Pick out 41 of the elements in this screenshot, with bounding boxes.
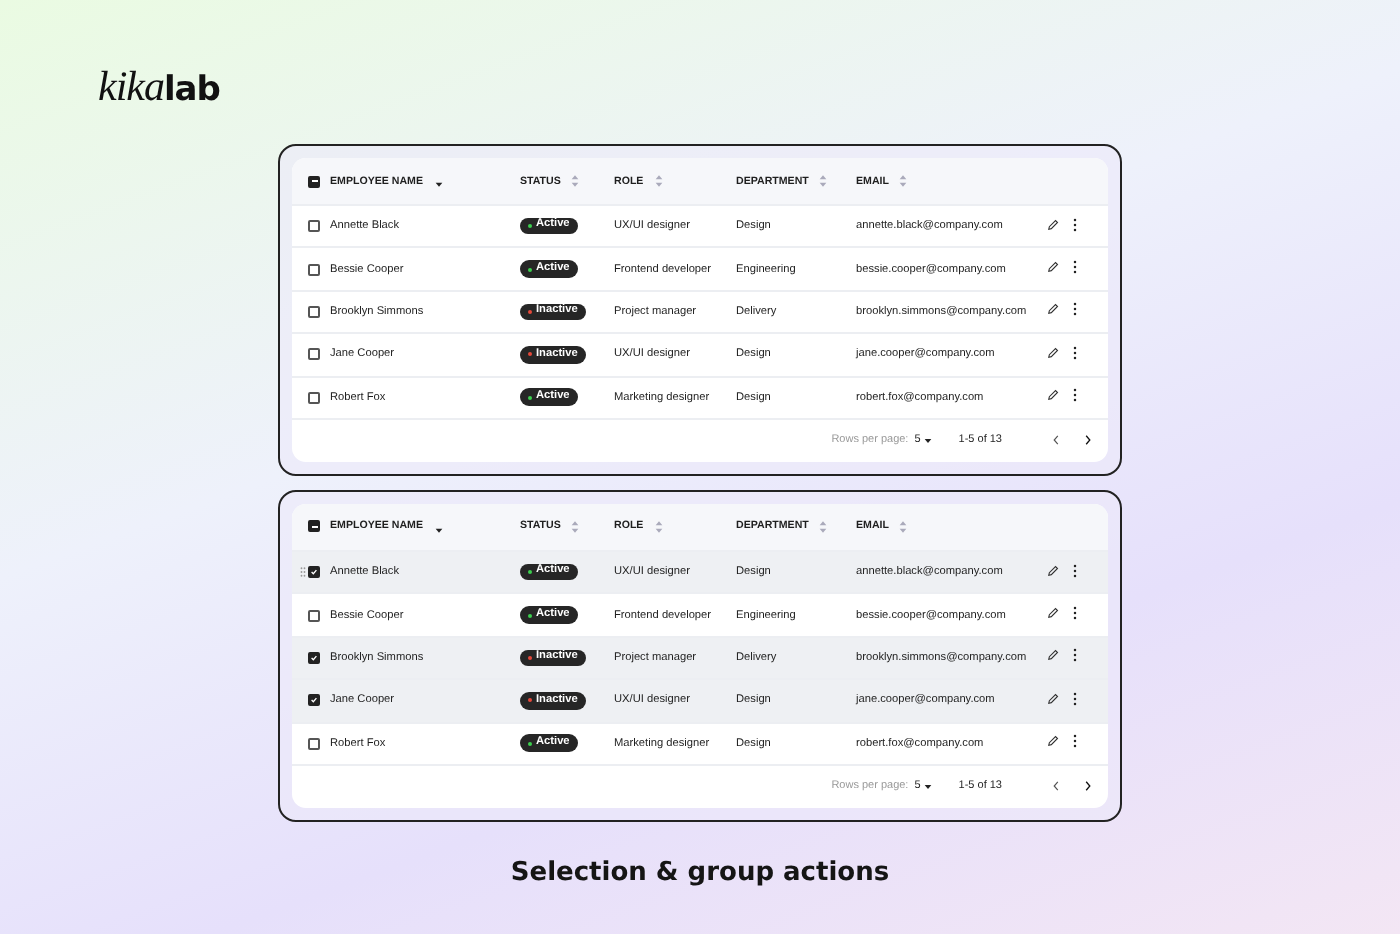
row-checkbox[interactable] (308, 694, 320, 707)
row-checkbox[interactable] (308, 566, 320, 579)
row-checkbox[interactable] (308, 737, 320, 750)
edit-icon[interactable] (1046, 606, 1060, 621)
more-icon[interactable] (1072, 302, 1078, 317)
next-page-icon[interactable] (1084, 780, 1092, 793)
edit-icon[interactable] (1046, 388, 1060, 403)
more-icon[interactable] (1072, 734, 1078, 749)
more-icon[interactable] (1072, 563, 1078, 578)
edit-icon[interactable] (1046, 302, 1060, 317)
row-checkbox[interactable] (308, 263, 320, 276)
select-all-checkbox[interactable] (308, 175, 320, 187)
more-icon[interactable] (1072, 648, 1078, 663)
more-icon[interactable] (1072, 388, 1078, 403)
previous-page-icon[interactable] (1052, 780, 1060, 793)
more-icon[interactable] (1072, 606, 1078, 621)
edit-icon[interactable] (1046, 345, 1060, 360)
select-all-checkbox[interactable] (308, 520, 320, 533)
more-icon[interactable] (1072, 345, 1078, 360)
row-checkbox[interactable] (308, 348, 320, 361)
more-icon[interactable] (1072, 691, 1078, 706)
row-checkbox[interactable] (308, 391, 320, 404)
edit-icon[interactable] (1046, 217, 1060, 232)
more-icon[interactable] (1072, 260, 1078, 275)
row-checkbox[interactable] (308, 651, 320, 664)
row-checkbox[interactable] (308, 220, 320, 233)
edit-icon[interactable] (1046, 260, 1060, 275)
edit-icon[interactable] (1046, 734, 1060, 749)
previous-page-icon[interactable] (1052, 434, 1060, 447)
edit-icon[interactable] (1046, 563, 1060, 578)
row-checkbox[interactable] (308, 609, 320, 622)
edit-icon[interactable] (1046, 648, 1060, 663)
caret-icon[interactable] (924, 437, 933, 444)
caption: Selection & group actions (510, 857, 890, 888)
logo-script: kika (98, 62, 164, 112)
more-icon[interactable] (1072, 217, 1078, 232)
next-page-icon[interactable] (1084, 434, 1092, 447)
row-checkbox[interactable] (308, 305, 320, 318)
logo-wordmark: lab (163, 70, 220, 110)
edit-icon[interactable] (1046, 691, 1060, 706)
caret-icon[interactable] (924, 783, 933, 790)
